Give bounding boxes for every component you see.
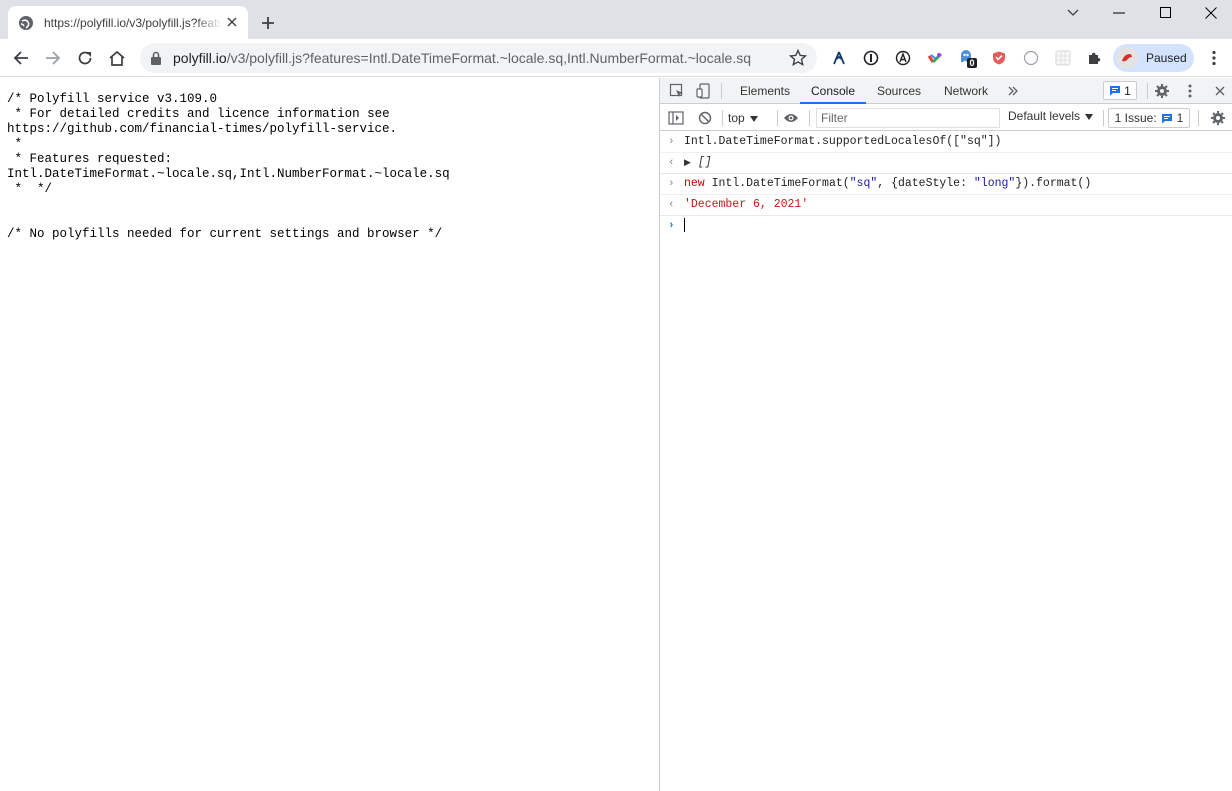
browser-toolbar: polyfill.io/v3/polyfill.js?features=Intl…	[0, 39, 1232, 77]
code-text: , {dateStyle:	[877, 177, 974, 190]
settings-gear-icon[interactable]	[1152, 81, 1172, 101]
url-host: polyfill.io	[173, 50, 227, 66]
live-expression-eye-icon[interactable]	[781, 108, 801, 128]
title-bar: https://polyfill.io/v3/polyfill.js?featu…	[0, 0, 1232, 39]
issues-count: 1	[1124, 83, 1131, 98]
string-literal: "long"	[973, 177, 1016, 190]
customize-kebab-icon[interactable]	[1180, 81, 1200, 101]
grid-icon[interactable]	[1053, 48, 1073, 68]
back-button[interactable]	[7, 44, 35, 72]
menu-kebab-icon[interactable]	[1204, 48, 1224, 68]
colorful-extension-icon[interactable]	[925, 48, 945, 68]
divider	[722, 110, 723, 126]
divider	[1103, 110, 1104, 126]
reload-button[interactable]	[71, 44, 99, 72]
lock-icon[interactable]	[150, 51, 162, 65]
home-button[interactable]	[103, 44, 131, 72]
message-icon	[1161, 113, 1172, 123]
text-cursor	[684, 217, 685, 232]
context-value: top	[728, 111, 745, 125]
tab-sources[interactable]: Sources	[868, 78, 930, 104]
issues-button-label: 1 Issue:	[1114, 111, 1157, 125]
output-return-icon: ‹	[668, 199, 675, 211]
sidebar-toggle-icon[interactable]	[666, 108, 686, 128]
divider	[809, 110, 810, 126]
new-tab-button[interactable]	[257, 12, 279, 34]
page-content: /* Polyfill service v3.109.0 * For detai…	[0, 78, 659, 791]
url-text[interactable]: polyfill.io/v3/polyfill.js?features=Intl…	[173, 50, 751, 66]
extension-badge: 0	[969, 58, 974, 68]
forward-button[interactable]	[39, 44, 67, 72]
issues-counter[interactable]: 1	[1103, 81, 1137, 100]
dropdown-arrow-icon	[749, 111, 758, 125]
avatar	[1116, 47, 1138, 69]
polyfill-source: /* Polyfill service v3.109.0 * For detai…	[7, 92, 450, 241]
shield-icon[interactable]	[989, 48, 1009, 68]
prompt-chevron-icon: ›	[668, 220, 675, 232]
tab-console[interactable]: Console	[800, 78, 866, 104]
address-bar[interactable]: polyfill.io/v3/polyfill.js?features=Intl…	[140, 43, 817, 73]
close-devtools-icon[interactable]	[1210, 81, 1230, 101]
1password-icon[interactable]	[861, 48, 881, 68]
console-input-line[interactable]: › new Intl.DateTimeFormat("sq", {dateSty…	[660, 174, 1232, 195]
extension-a-icon[interactable]	[829, 48, 849, 68]
profile-button[interactable]: Paused	[1113, 44, 1194, 72]
bookmark-star-icon[interactable]	[788, 48, 808, 67]
issues-button-count: 1	[1176, 111, 1184, 125]
inspect-element-icon[interactable]	[667, 81, 687, 101]
device-toolbar-icon[interactable]	[694, 81, 714, 101]
input-chevron-icon: ›	[668, 178, 675, 190]
console-settings-gear-icon[interactable]	[1208, 108, 1228, 128]
expand-triangle-icon[interactable]: ▶	[684, 158, 691, 168]
clear-console-icon[interactable]	[695, 108, 715, 128]
console-output-string: 'December 6, 2021'	[684, 198, 809, 211]
minimize-button[interactable]	[1096, 0, 1142, 25]
divider	[721, 83, 722, 99]
devtools-panel: Elements Console Sources Network 1 top F…	[659, 78, 1232, 791]
dropdown-arrow-icon	[1085, 109, 1094, 123]
devtools-tabbar: Elements Console Sources Network 1	[660, 78, 1232, 104]
keyword-text: new	[684, 177, 705, 190]
globe-icon	[18, 15, 34, 31]
console-log: › Intl.DateTimeFormat.supportedLocalesOf…	[660, 132, 1232, 236]
console-prompt[interactable]: ›	[660, 216, 1232, 236]
input-chevron-icon: ›	[668, 136, 675, 148]
log-levels-dropdown[interactable]: Default levels	[1008, 109, 1094, 123]
a-circle-icon[interactable]	[893, 48, 913, 68]
message-icon	[1110, 86, 1121, 96]
ghost-counter-icon[interactable]: 0	[957, 48, 977, 68]
string-literal: "sq"	[849, 177, 878, 190]
maximize-button[interactable]	[1142, 0, 1188, 25]
divider	[777, 110, 778, 126]
console-output-line[interactable]: ‹ ▶ []	[660, 153, 1232, 174]
console-input-text: Intl.DateTimeFormat.supportedLocalesOf([…	[684, 135, 1002, 148]
more-tabs-icon[interactable]	[1003, 81, 1023, 101]
issues-button[interactable]: 1 Issue: 1	[1108, 108, 1190, 128]
browser-tab[interactable]: https://polyfill.io/v3/polyfill.js?featu…	[8, 6, 248, 39]
code-text: }).format()	[1015, 177, 1092, 190]
close-window-button[interactable]	[1188, 0, 1232, 25]
tab-title: https://polyfill.io/v3/polyfill.js?featu…	[44, 15, 222, 30]
console-output-line[interactable]: ‹ 'December 6, 2021'	[660, 195, 1232, 216]
tab-elements[interactable]: Elements	[732, 78, 798, 104]
tab-network[interactable]: Network	[934, 78, 998, 104]
circle-icon[interactable]	[1021, 48, 1041, 68]
profile-status: Paused	[1146, 51, 1187, 65]
divider	[1198, 110, 1199, 126]
url-path: /v3/polyfill.js?features=Intl.DateTimeFo…	[226, 50, 752, 66]
console-input-line[interactable]: › Intl.DateTimeFormat.supportedLocalesOf…	[660, 132, 1232, 153]
console-output-array: []	[697, 156, 712, 169]
console-toolbar: top Default levels 1 Issue: 1	[660, 105, 1232, 131]
close-tab-icon[interactable]	[224, 14, 240, 30]
filter-input[interactable]	[816, 108, 1000, 128]
tab-search-icon[interactable]	[1050, 0, 1096, 25]
code-text: Intl.DateTimeFormat(	[704, 177, 850, 190]
divider	[1147, 83, 1148, 99]
context-selector[interactable]: top	[728, 109, 758, 127]
levels-label: Default levels	[1008, 109, 1081, 123]
puzzle-icon[interactable]	[1085, 48, 1105, 68]
output-return-icon: ‹	[668, 157, 675, 169]
